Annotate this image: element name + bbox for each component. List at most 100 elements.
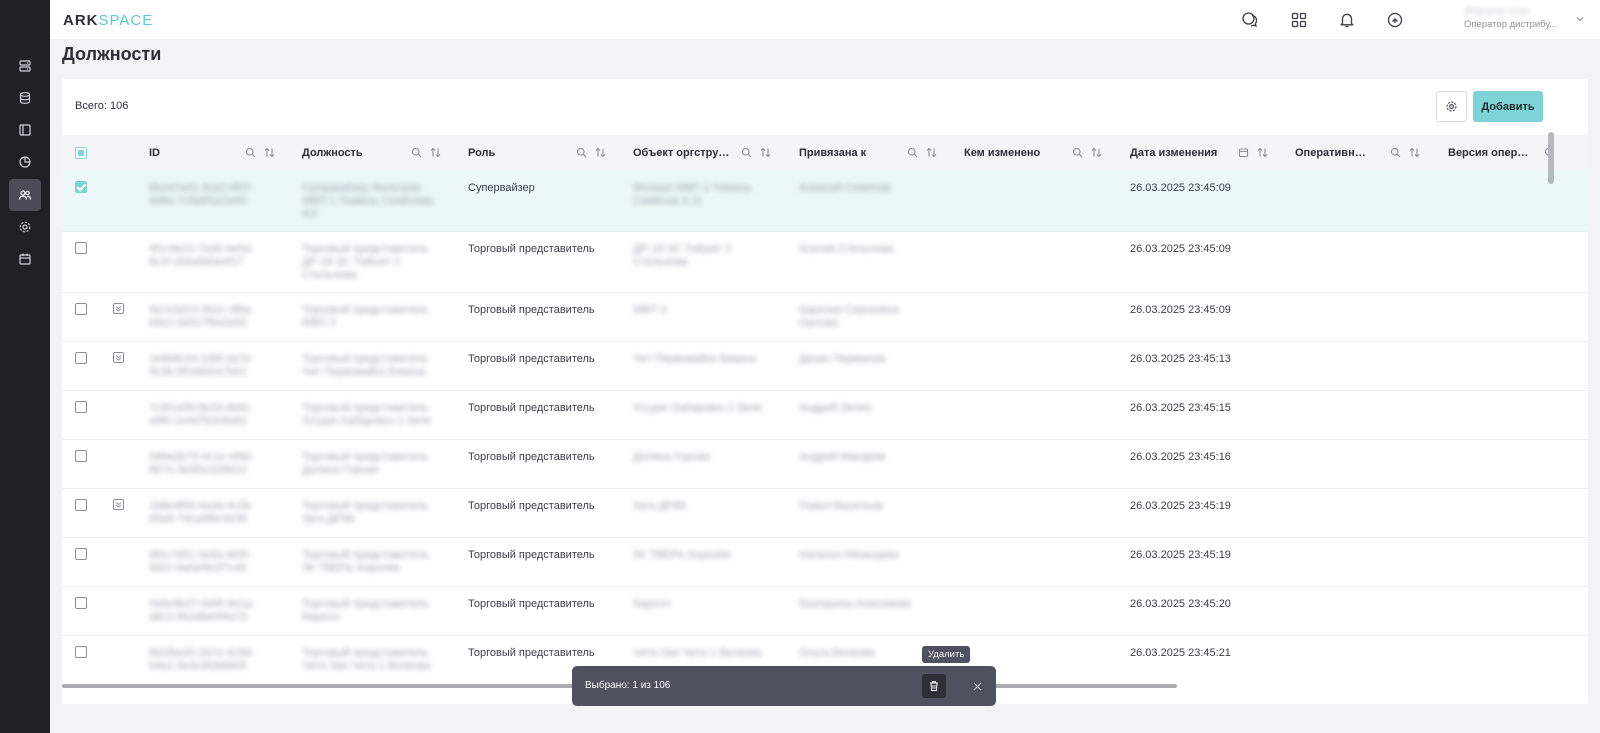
column-label: Дата изменения (1130, 147, 1218, 159)
sort-icon[interactable] (1091, 147, 1102, 158)
sidebar-item-calendar[interactable] (9, 243, 41, 275)
row-id: 2e6b8c44-1d9f-4a7e-9c3b-5f0a8d2e7b61 (149, 353, 255, 378)
row-checkbox[interactable] (75, 499, 87, 511)
sidebar-item-settings[interactable] (9, 211, 41, 243)
sort-icon[interactable] (926, 147, 937, 158)
close-icon (973, 682, 981, 690)
app-logo[interactable]: ARKSPACE (63, 12, 153, 29)
search-icon[interactable] (411, 147, 422, 158)
close-selection-button[interactable] (969, 678, 985, 694)
row-checkbox[interactable] (75, 181, 87, 193)
row-bound: Ольга Волкова (799, 647, 876, 659)
expand-row-button[interactable] (113, 303, 124, 314)
select-all-checkbox[interactable] (75, 147, 87, 159)
pie-chart-icon (19, 156, 31, 168)
search-icon[interactable] (741, 147, 752, 158)
row-checkbox[interactable] (75, 597, 87, 609)
column-tools (576, 147, 606, 158)
column-header-position[interactable]: Должность (302, 135, 412, 171)
row-date: 26.03.2025 23:45:09 (1130, 243, 1231, 255)
sidebar-item-analytics[interactable] (9, 146, 41, 178)
sidebar-item-database[interactable] (9, 82, 41, 114)
column-header-operational[interactable]: Оперативная ... (1295, 135, 1370, 171)
chevron-double-down-icon (115, 355, 122, 361)
sidebar-item-catalog[interactable] (9, 114, 41, 146)
sort-icon[interactable] (430, 147, 441, 158)
table-row[interactable]: 4f1c9e22-7a3b-4e5d-8c1f-2b6a9d0e4f17 Тор… (62, 232, 1588, 293)
row-id: 1b8e4f06-9a3d-4c2b-b5e8-7d1a4f6c0e38 (149, 500, 255, 525)
column-header-change-date[interactable]: Дата изменения (1130, 135, 1230, 171)
page-title: Должности (62, 44, 162, 64)
row-position: Торговый представитель Кирилл (302, 598, 429, 623)
search-icon[interactable] (245, 147, 256, 158)
row-position: Торговый представитель Уссури Хабаровск … (302, 402, 431, 427)
table-row[interactable]: 6f2c7d91-3e8a-4b5f-9d2c-8a0e5b1f7c46 Тор… (62, 538, 1588, 587)
expand-row-button[interactable] (113, 499, 124, 510)
column-header-changed-by[interactable]: Кем изменено (964, 135, 1064, 171)
apps-button[interactable] (1287, 8, 1311, 32)
calendar-icon[interactable] (1238, 147, 1249, 158)
row-checkbox[interactable] (75, 242, 87, 254)
row-checkbox[interactable] (75, 352, 87, 364)
search-icon[interactable] (1072, 147, 1083, 158)
row-role: Торговый представитель (468, 647, 595, 659)
sidebar-item-users[interactable] (9, 179, 41, 211)
table-settings-button[interactable] (1436, 91, 1467, 122)
row-position: Торговый представитель Урга ДР88 (302, 500, 429, 525)
sidebar (0, 0, 50, 733)
sort-icon[interactable] (595, 147, 606, 158)
table-row[interactable]: 5d9a2b73-4c1e-4f9d-8b7a-3e6f0c2d9b14 Тор… (62, 440, 1588, 489)
row-date: 26.03.2025 23:45:21 (1130, 647, 1231, 659)
row-date: 26.03.2025 23:45:13 (1130, 353, 1231, 365)
sync-icon (1387, 12, 1403, 28)
expand-row-button[interactable] (113, 352, 124, 363)
table-header: ID Должность Роль Объект оргструк... При… (62, 135, 1588, 171)
column-header-bound-to[interactable]: Привязана к (799, 135, 899, 171)
top-bar: ARKSPACE Фёдоров Олег Оператор дистрибу.… (50, 0, 1600, 39)
sidebar-item-servers[interactable] (9, 50, 41, 82)
row-role: Торговый представитель (468, 500, 595, 512)
search-icon[interactable] (907, 147, 918, 158)
table-row[interactable]: 8b2d7a41-3ce2-4f07-9d8a-7c5b6f1e2a90 Суп… (62, 171, 1588, 232)
row-org: ЗК ТВЕРЬ Королёв (633, 549, 732, 561)
sort-icon[interactable] (1257, 147, 1268, 158)
table-row[interactable]: 9a7e3d10-5b2c-4f8a-b6e1-0d3c7f9a2e55 Тор… (62, 293, 1588, 342)
sort-icon[interactable] (264, 147, 275, 158)
users-icon (18, 190, 32, 200)
user-menu[interactable]: Фёдоров Олег Оператор дистрибу... (1464, 6, 1564, 30)
row-checkbox[interactable] (75, 450, 87, 462)
add-button[interactable]: Добавить (1473, 91, 1543, 122)
positions-table-card: Всего: 106 Добавить ID Должность Роль Об… (62, 79, 1588, 704)
table-row[interactable]: 1b8e4f06-9a3d-4c2b-b5e8-7d1a4f6c0e38 Тор… (62, 489, 1588, 538)
search-icon[interactable] (1390, 147, 1401, 158)
row-checkbox[interactable] (75, 548, 87, 560)
chevron-down-icon[interactable] (1575, 14, 1585, 24)
search-icon[interactable] (576, 147, 587, 158)
row-date: 26.03.2025 23:45:16 (1130, 451, 1231, 463)
table-row[interactable]: 3a5e9b27-6d4f-4e1a-a8c3-9b2d6e0f4a73 Тор… (62, 587, 1588, 636)
table-row[interactable]: 7c3f1a58-8e2d-4b6c-a9f0-1e4d7b3c8a92 Тор… (62, 391, 1588, 440)
row-checkbox[interactable] (75, 646, 87, 658)
sync-button[interactable] (1383, 8, 1407, 32)
row-id: 8b2d7a41-3ce2-4f07-9d8a-7c5b6f1e2a90 (149, 182, 255, 207)
chat-button[interactable] (1238, 8, 1262, 32)
vertical-scrollbar[interactable] (1548, 132, 1554, 184)
row-checkbox[interactable] (75, 401, 87, 413)
row-checkbox[interactable] (75, 303, 87, 315)
row-id: 4f1c9e22-7a3b-4e5d-8c1f-2b6a9d0e4f17 (149, 243, 255, 268)
table-row[interactable]: 2e6b8c44-1d9f-4a7e-9c3b-5f0a8d2e7b61 Тор… (62, 342, 1588, 391)
notifications-button[interactable] (1335, 8, 1359, 32)
sort-icon[interactable] (760, 147, 771, 158)
row-org: Чита Зап Чита 1 Волкова (633, 647, 762, 659)
column-label: Объект оргструк... (633, 147, 733, 159)
column-header-role[interactable]: Роль (468, 135, 578, 171)
column-header-operation-version[interactable]: Версия операц... (1448, 135, 1533, 171)
user-name: Фёдоров Олег (1464, 6, 1531, 17)
delete-selected-button[interactable] (922, 674, 946, 698)
column-header-id[interactable]: ID (149, 135, 259, 171)
row-bound: Павел Васильев (799, 500, 884, 512)
row-id: 8d1f6a35-2b7e-4c9d-b4a1-6e3c9f2b8d05 (149, 647, 255, 672)
logo-part-2: SPACE (98, 12, 154, 29)
column-header-org-object[interactable]: Объект оргструк... (633, 135, 733, 171)
sort-icon[interactable] (1409, 147, 1420, 158)
